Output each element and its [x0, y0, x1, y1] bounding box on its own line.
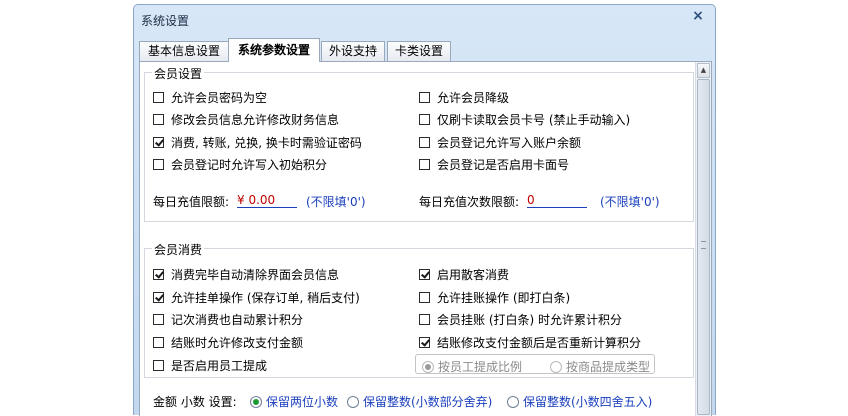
checkbox-label: 启用散客消费 — [437, 268, 510, 282]
vertical-scrollbar[interactable]: ▲ — [695, 62, 711, 416]
checkbox-box — [153, 114, 164, 125]
radio-label: 保留两位小数 — [266, 395, 339, 409]
daily-amount-hint: (不限填'0') — [306, 195, 366, 209]
checkbox-label: 结账时允许修改支付金额 — [171, 336, 304, 350]
card-face-number-checkbox[interactable]: 会员登记是否启用卡面号 — [419, 156, 569, 173]
commission-by-staff-radio[interactable]: 按员工提成比例 — [422, 358, 522, 375]
keep-two-decimals-radio[interactable]: 保留两位小数 — [250, 393, 338, 410]
auto-clear-member-checkbox[interactable]: 消费完毕自动清除界面会员信息 — [153, 266, 339, 283]
checkbox-box — [153, 360, 164, 371]
checkbox-box — [419, 314, 430, 325]
tab-panel: 会员设置 允许会员密码为空 修改会员信息允许修改财务信息 消费, 转账, 兑换,… — [139, 61, 712, 416]
member-consume-title: 会员消费 — [152, 241, 205, 258]
tab-system-params[interactable]: 系统参数设置 — [228, 38, 320, 62]
checkbox-label: 允许会员密码为空 — [171, 91, 268, 105]
radio-dot — [250, 395, 262, 408]
checkbox-box — [419, 337, 430, 348]
checkbox-label: 会员登记允许写入账户余额 — [437, 136, 582, 150]
allow-downgrade-checkbox[interactable]: 允许会员降级 — [419, 89, 509, 106]
checkbox-box — [419, 159, 430, 170]
daily-amount-input[interactable]: ¥ 0.00 — [237, 193, 297, 208]
scroll-up-icon[interactable]: ▲ — [697, 63, 710, 78]
commission-by-product-radio[interactable]: 按商品提成类型 — [550, 358, 650, 375]
daily-count-label: 每日充值次数限额: — [419, 195, 520, 209]
tab-peripherals[interactable]: 外设支持 — [321, 41, 385, 61]
radio-dot — [507, 395, 519, 408]
tab-card-types[interactable]: 卡类设置 — [387, 41, 451, 61]
radio-label: 保留整数(小数四舍五入) — [523, 395, 653, 409]
allow-hold-order-checkbox[interactable]: 允许挂单操作 (保存订单, 稍后支付) — [153, 289, 360, 306]
checkbox-box — [419, 269, 430, 280]
radio-dot — [550, 360, 562, 373]
checkbox-label: 仅刷卡读取会员卡号 (禁止手动输入) — [437, 113, 631, 127]
commission-type-group: 按员工提成比例 按商品提成类型 — [415, 354, 655, 374]
checkbox-label: 允许挂单操作 (保存订单, 稍后支付) — [171, 291, 360, 305]
walk-in-consume-checkbox[interactable]: 启用散客消费 — [419, 266, 509, 283]
checkbox-box — [153, 159, 164, 170]
checkbox-label: 是否启用员工提成 — [171, 359, 268, 373]
checkbox-box — [153, 337, 164, 348]
checkbox-box — [419, 292, 430, 303]
checkbox-box — [153, 292, 164, 303]
daily-amount-label: 每日充值限额: — [153, 195, 230, 209]
checkbox-label: 记次消费也自动累计积分 — [171, 313, 304, 327]
account-balance-checkbox[interactable]: 会员登记允许写入账户余额 — [419, 134, 581, 151]
checkbox-box — [153, 92, 164, 103]
member-settings-title: 会员设置 — [152, 65, 205, 82]
checkbox-box — [419, 137, 430, 148]
checkbox-label: 修改会员信息允许修改财务信息 — [171, 113, 340, 127]
radio-dot — [347, 395, 359, 408]
grip-icon — [701, 241, 706, 249]
radio-label: 按员工提成比例 — [438, 360, 523, 374]
keep-integer-round-radio[interactable]: 保留整数(小数四舍五入) — [507, 393, 652, 410]
allow-credit-checkbox[interactable]: 允许挂账操作 (即打白条) — [419, 289, 570, 306]
checkbox-label: 消费完毕自动清除界面会员信息 — [171, 268, 340, 282]
daily-count-input[interactable]: 0 — [527, 193, 587, 208]
amount-decimal-label: 金额 小数 设置: — [153, 395, 237, 409]
checkbox-label: 消费, 转账, 兑换, 换卡时需验证密码 — [171, 136, 362, 150]
window-title: 系统设置 — [141, 14, 190, 28]
radio-label: 按商品提成类型 — [566, 360, 651, 374]
close-button[interactable]: × — [686, 7, 710, 25]
verify-password-checkbox[interactable]: 消费, 转账, 兑换, 换卡时需验证密码 — [153, 134, 362, 151]
edit-payment-amount-checkbox[interactable]: 结账时允许修改支付金额 — [153, 334, 303, 351]
radio-dot — [422, 360, 434, 373]
tab-basic-info[interactable]: 基本信息设置 — [139, 41, 229, 61]
checkbox-label: 结账修改支付金额后是否重新计算积分 — [437, 336, 642, 350]
radio-label: 保留整数(小数部分舍弃) — [363, 395, 493, 409]
checkbox-label: 会员登记时允许写入初始积分 — [171, 158, 328, 172]
edit-finance-info-checkbox[interactable]: 修改会员信息允许修改财务信息 — [153, 111, 339, 128]
credit-points-checkbox[interactable]: 会员挂账 (打白条) 时允许累计积分 — [419, 311, 622, 328]
card-swipe-only-checkbox[interactable]: 仅刷卡读取会员卡号 (禁止手动输入) — [419, 111, 630, 128]
daily-count-hint: (不限填'0') — [600, 195, 660, 209]
initial-points-checkbox[interactable]: 会员登记时允许写入初始积分 — [153, 156, 327, 173]
checkbox-box — [419, 92, 430, 103]
recalc-points-checkbox[interactable]: 结账修改支付金额后是否重新计算积分 — [419, 334, 641, 351]
checkbox-box — [419, 114, 430, 125]
checkbox-label: 允许挂账操作 (即打白条) — [437, 291, 571, 305]
checkbox-box — [153, 314, 164, 325]
checkbox-label: 会员挂账 (打白条) 时允许累计积分 — [437, 313, 622, 327]
checkbox-label: 会员登记是否启用卡面号 — [437, 158, 570, 172]
checkbox-label: 允许会员降级 — [437, 91, 510, 105]
checkbox-box — [153, 137, 164, 148]
checkbox-box — [153, 269, 164, 280]
staff-commission-checkbox[interactable]: 是否启用员工提成 — [153, 357, 267, 374]
keep-integer-truncate-radio[interactable]: 保留整数(小数部分舍弃) — [347, 393, 492, 410]
scroll-thumb[interactable] — [697, 79, 710, 415]
count-consume-points-checkbox[interactable]: 记次消费也自动累计积分 — [153, 311, 303, 328]
settings-window: 系统设置 × 基本信息设置 系统参数设置 外设支持 卡类设置 会员设置 允许会员… — [133, 4, 716, 416]
allow-empty-password-checkbox[interactable]: 允许会员密码为空 — [153, 89, 267, 106]
